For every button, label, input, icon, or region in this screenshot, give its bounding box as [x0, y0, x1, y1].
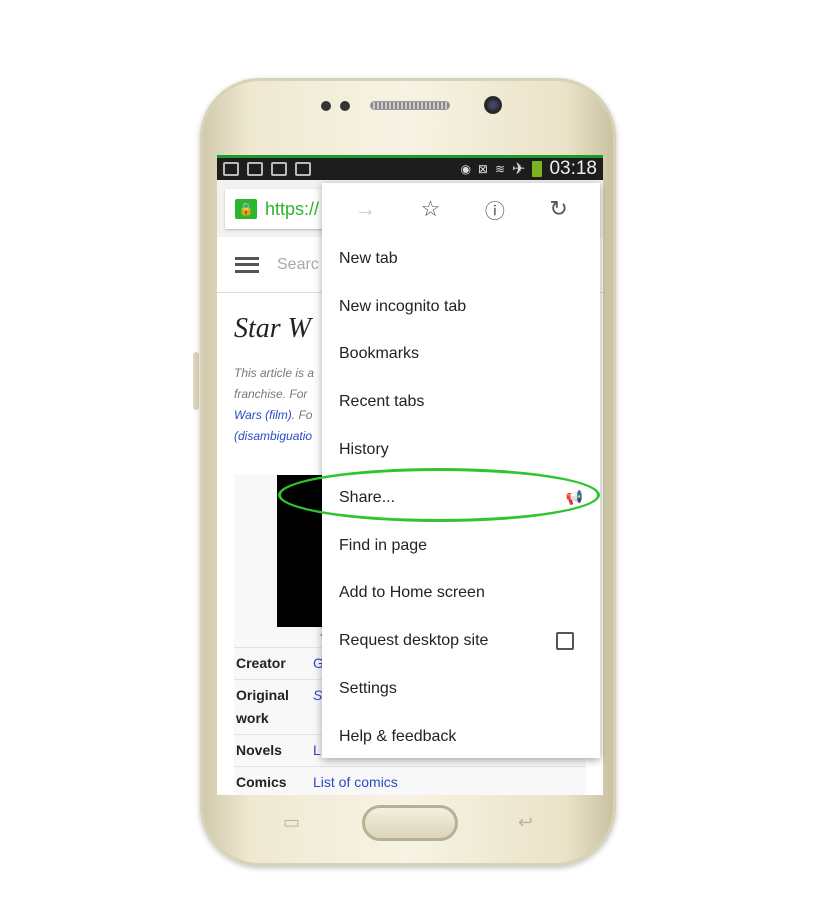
lock-icon: 🔒 [235, 199, 257, 219]
home-button[interactable] [362, 805, 458, 841]
row-link[interactable]: L [313, 739, 321, 762]
eye-icon: ◉ [460, 162, 471, 176]
menu-label: New incognito tab [339, 297, 467, 315]
row-key: Creator [236, 655, 286, 671]
speaker-grille [370, 101, 450, 110]
image-icon [223, 162, 239, 176]
megaphone-icon: 📢 [565, 489, 583, 506]
overflow-menu: → ☆ ⓘ ↻ New tab New incognito tab Bookma… [322, 183, 600, 758]
no-signal-icon: ⊠ [477, 162, 488, 176]
video-icon [295, 162, 311, 176]
menu-item-request-desktop-site[interactable]: Request desktop site [322, 617, 600, 665]
menu-item-new-tab[interactable]: New tab [322, 235, 600, 283]
row-key: Comics [236, 774, 287, 790]
star-bookmark-icon[interactable]: ☆ [421, 196, 441, 222]
menu-item-help-feedback[interactable]: Help & feedback [322, 713, 600, 761]
table-row: Comics List of comics [234, 766, 586, 795]
briefcase-icon [271, 162, 287, 176]
menu-label: Find in page [339, 536, 428, 554]
reload-icon[interactable]: ↻ [549, 196, 567, 222]
menu-item-settings[interactable]: Settings [322, 665, 600, 713]
link-disambiguation[interactable]: (disambiguatio [234, 429, 312, 443]
back-icon[interactable]: ↩ [518, 812, 533, 833]
menu-label: Settings [339, 680, 397, 698]
menu-label: Bookmarks [339, 345, 420, 363]
row-link[interactable]: S [313, 684, 322, 730]
camera-icon [484, 96, 502, 114]
menu-label: Recent tabs [339, 393, 425, 411]
menu-label: New tab [339, 249, 398, 267]
forward-arrow-icon[interactable]: → [354, 196, 376, 222]
file-icon [247, 162, 263, 176]
menu-item-add-to-home-screen[interactable]: Add to Home screen [322, 570, 600, 618]
menu-item-new-incognito-tab[interactable]: New incognito tab [322, 283, 600, 331]
search-input[interactable]: Searc [277, 256, 319, 274]
row-link[interactable]: List of comics [313, 771, 398, 794]
menu-toolbar: → ☆ ⓘ ↻ [322, 183, 600, 235]
menu-item-share[interactable]: Share... 📢 [322, 474, 600, 522]
wifi-icon: ≋ [494, 162, 506, 176]
menu-label: Help & feedback [339, 727, 457, 745]
menu-label: History [339, 441, 389, 459]
battery-icon [532, 161, 543, 177]
menu-label: Add to Home screen [339, 584, 485, 602]
hamburger-menu-icon[interactable] [235, 256, 259, 273]
sensor-icon [321, 101, 331, 111]
recent-apps-icon[interactable]: ▭ [283, 812, 300, 833]
note-text: This article is a [234, 366, 315, 380]
sensor-icon [340, 101, 350, 111]
note-text: . Fo [291, 408, 313, 422]
url-text: https:// [265, 198, 320, 219]
airplane-icon: ✈ [512, 161, 526, 178]
clock: 03:18 [549, 158, 597, 179]
row-key: Novels [236, 742, 282, 758]
menu-item-history[interactable]: History [322, 426, 600, 474]
menu-item-find-in-page[interactable]: Find in page [322, 522, 600, 570]
note-text: franchise. For [234, 387, 308, 401]
info-icon[interactable]: ⓘ [485, 195, 505, 224]
menu-item-recent-tabs[interactable]: Recent tabs [322, 378, 600, 426]
status-bar: ◉ ⊠ ≋ ✈ 03:18 [217, 155, 603, 180]
desktop-site-checkbox[interactable] [556, 632, 574, 651]
row-key: Original work [236, 687, 289, 726]
menu-item-bookmarks[interactable]: Bookmarks [322, 331, 600, 379]
menu-label: Request desktop site [339, 632, 489, 650]
link-star-wars-film[interactable]: Wars (film) [234, 408, 292, 422]
menu-label: Share... [339, 488, 396, 506]
volume-button [193, 352, 199, 410]
